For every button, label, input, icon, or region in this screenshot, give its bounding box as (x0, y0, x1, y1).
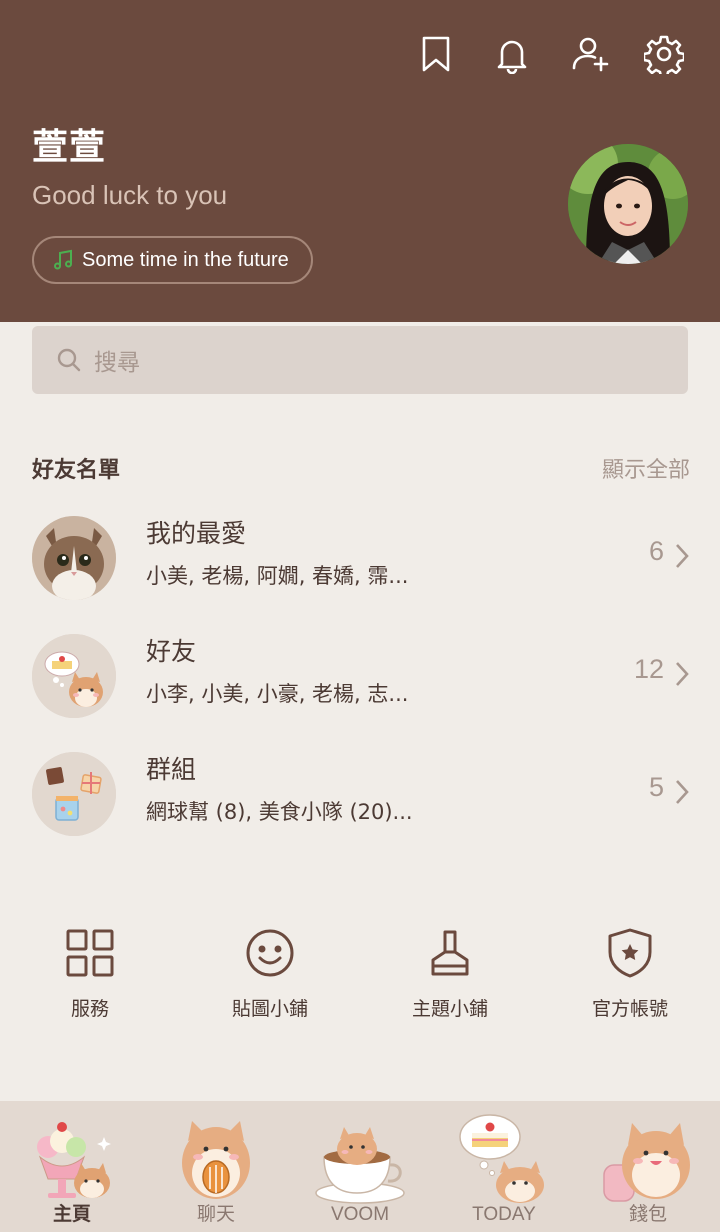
music-note-icon (52, 249, 74, 271)
friend-group-members: 小美, 老楊, 阿嫺, 春嬌, 霈... (146, 564, 409, 588)
shiba-coffee-cup-icon (315, 1127, 405, 1204)
profile-header: 萱萱 Good luck to you Some time in the fut… (0, 0, 720, 322)
favorites-cat-thumbnail (32, 516, 116, 600)
friend-group-members: 小李, 小美, 小豪, 老楊, 志... (146, 682, 409, 706)
shield-star-icon (608, 928, 652, 978)
brush-icon (431, 930, 469, 976)
tab-home[interactable]: 主頁 (0, 1101, 144, 1232)
friend-group-groups[interactable]: 群組 網球幫 (8), 美食小隊 (20)... 5 (0, 744, 720, 844)
service-button[interactable]: 服務 (0, 926, 180, 1026)
tab-voom[interactable]: VOOM (288, 1101, 432, 1232)
shiba-acorn-icon (182, 1121, 250, 1199)
tab-label: 聊天 (196, 1204, 235, 1225)
grid-icon (66, 929, 114, 977)
service-label: 服務 (70, 998, 109, 1020)
gear-icon[interactable] (642, 32, 686, 76)
music-title: Some time in the future (82, 248, 289, 271)
groups-items-thumbnail (32, 752, 116, 836)
friend-group-count: 5 (648, 772, 664, 802)
friends-section-title: 好友名單 (32, 458, 121, 483)
friend-group-title: 好友 (146, 637, 197, 666)
official-accounts-label: 官方帳號 (591, 998, 668, 1020)
chevron-right-icon (676, 544, 689, 568)
official-accounts-button[interactable]: 官方帳號 (540, 926, 720, 1026)
tab-chats[interactable]: 聊天 (144, 1101, 288, 1232)
tab-label: 主頁 (52, 1204, 91, 1225)
bookmark-icon[interactable] (414, 32, 458, 76)
friend-group-friends[interactable]: 好友 小李, 小美, 小豪, 老楊, 志... 12 (0, 626, 720, 726)
sticker-shop-label: 貼圖小鋪 (231, 998, 308, 1020)
friend-group-title: 我的最愛 (146, 519, 247, 548)
tab-label: TODAY (472, 1204, 536, 1225)
status-message[interactable]: Good luck to you (32, 180, 227, 211)
friend-group-count: 12 (633, 654, 664, 684)
search-placeholder: 搜尋 (94, 350, 140, 376)
friend-group-count: 6 (648, 536, 664, 566)
profile-avatar[interactable] (568, 144, 688, 264)
friends-shiba-thumbnail (32, 634, 116, 718)
shiba-piggy-bank-icon (603, 1123, 690, 1202)
search-bar[interactable]: 搜尋 (32, 326, 688, 394)
ice-cream-sundae-icon (37, 1122, 111, 1198)
tab-wallet[interactable]: 錢包 (576, 1101, 720, 1232)
profile-music-pill[interactable]: Some time in the future (32, 236, 313, 284)
friend-group-title: 群組 (146, 755, 197, 784)
tab-today[interactable]: TODAY (432, 1101, 576, 1232)
chevron-right-icon (676, 780, 689, 804)
bell-icon[interactable] (490, 32, 534, 76)
sticker-shop-button[interactable]: 貼圖小鋪 (180, 926, 360, 1026)
bottom-tab-bar: 主頁 聊天 VOOM TODAY 錢包 (0, 1101, 720, 1232)
shiba-cake-dream-icon (459, 1114, 544, 1203)
tab-label: 錢包 (628, 1204, 667, 1225)
search-icon (57, 348, 81, 372)
theme-shop-button[interactable]: 主題小鋪 (360, 926, 540, 1026)
theme-shop-label: 主題小鋪 (411, 998, 488, 1020)
chevron-right-icon (676, 662, 689, 686)
smiley-icon (246, 929, 294, 977)
add-friend-icon[interactable] (568, 32, 612, 76)
tab-label: VOOM (330, 1204, 390, 1225)
show-all-link[interactable]: 顯示全部 (602, 452, 690, 484)
profile-name[interactable]: 萱萱 (32, 118, 106, 170)
friend-group-favorites[interactable]: 我的最愛 小美, 老楊, 阿嫺, 春嬌, 霈... 6 (0, 508, 720, 608)
friend-group-members: 網球幫 (8), 美食小隊 (20)... (146, 800, 413, 824)
